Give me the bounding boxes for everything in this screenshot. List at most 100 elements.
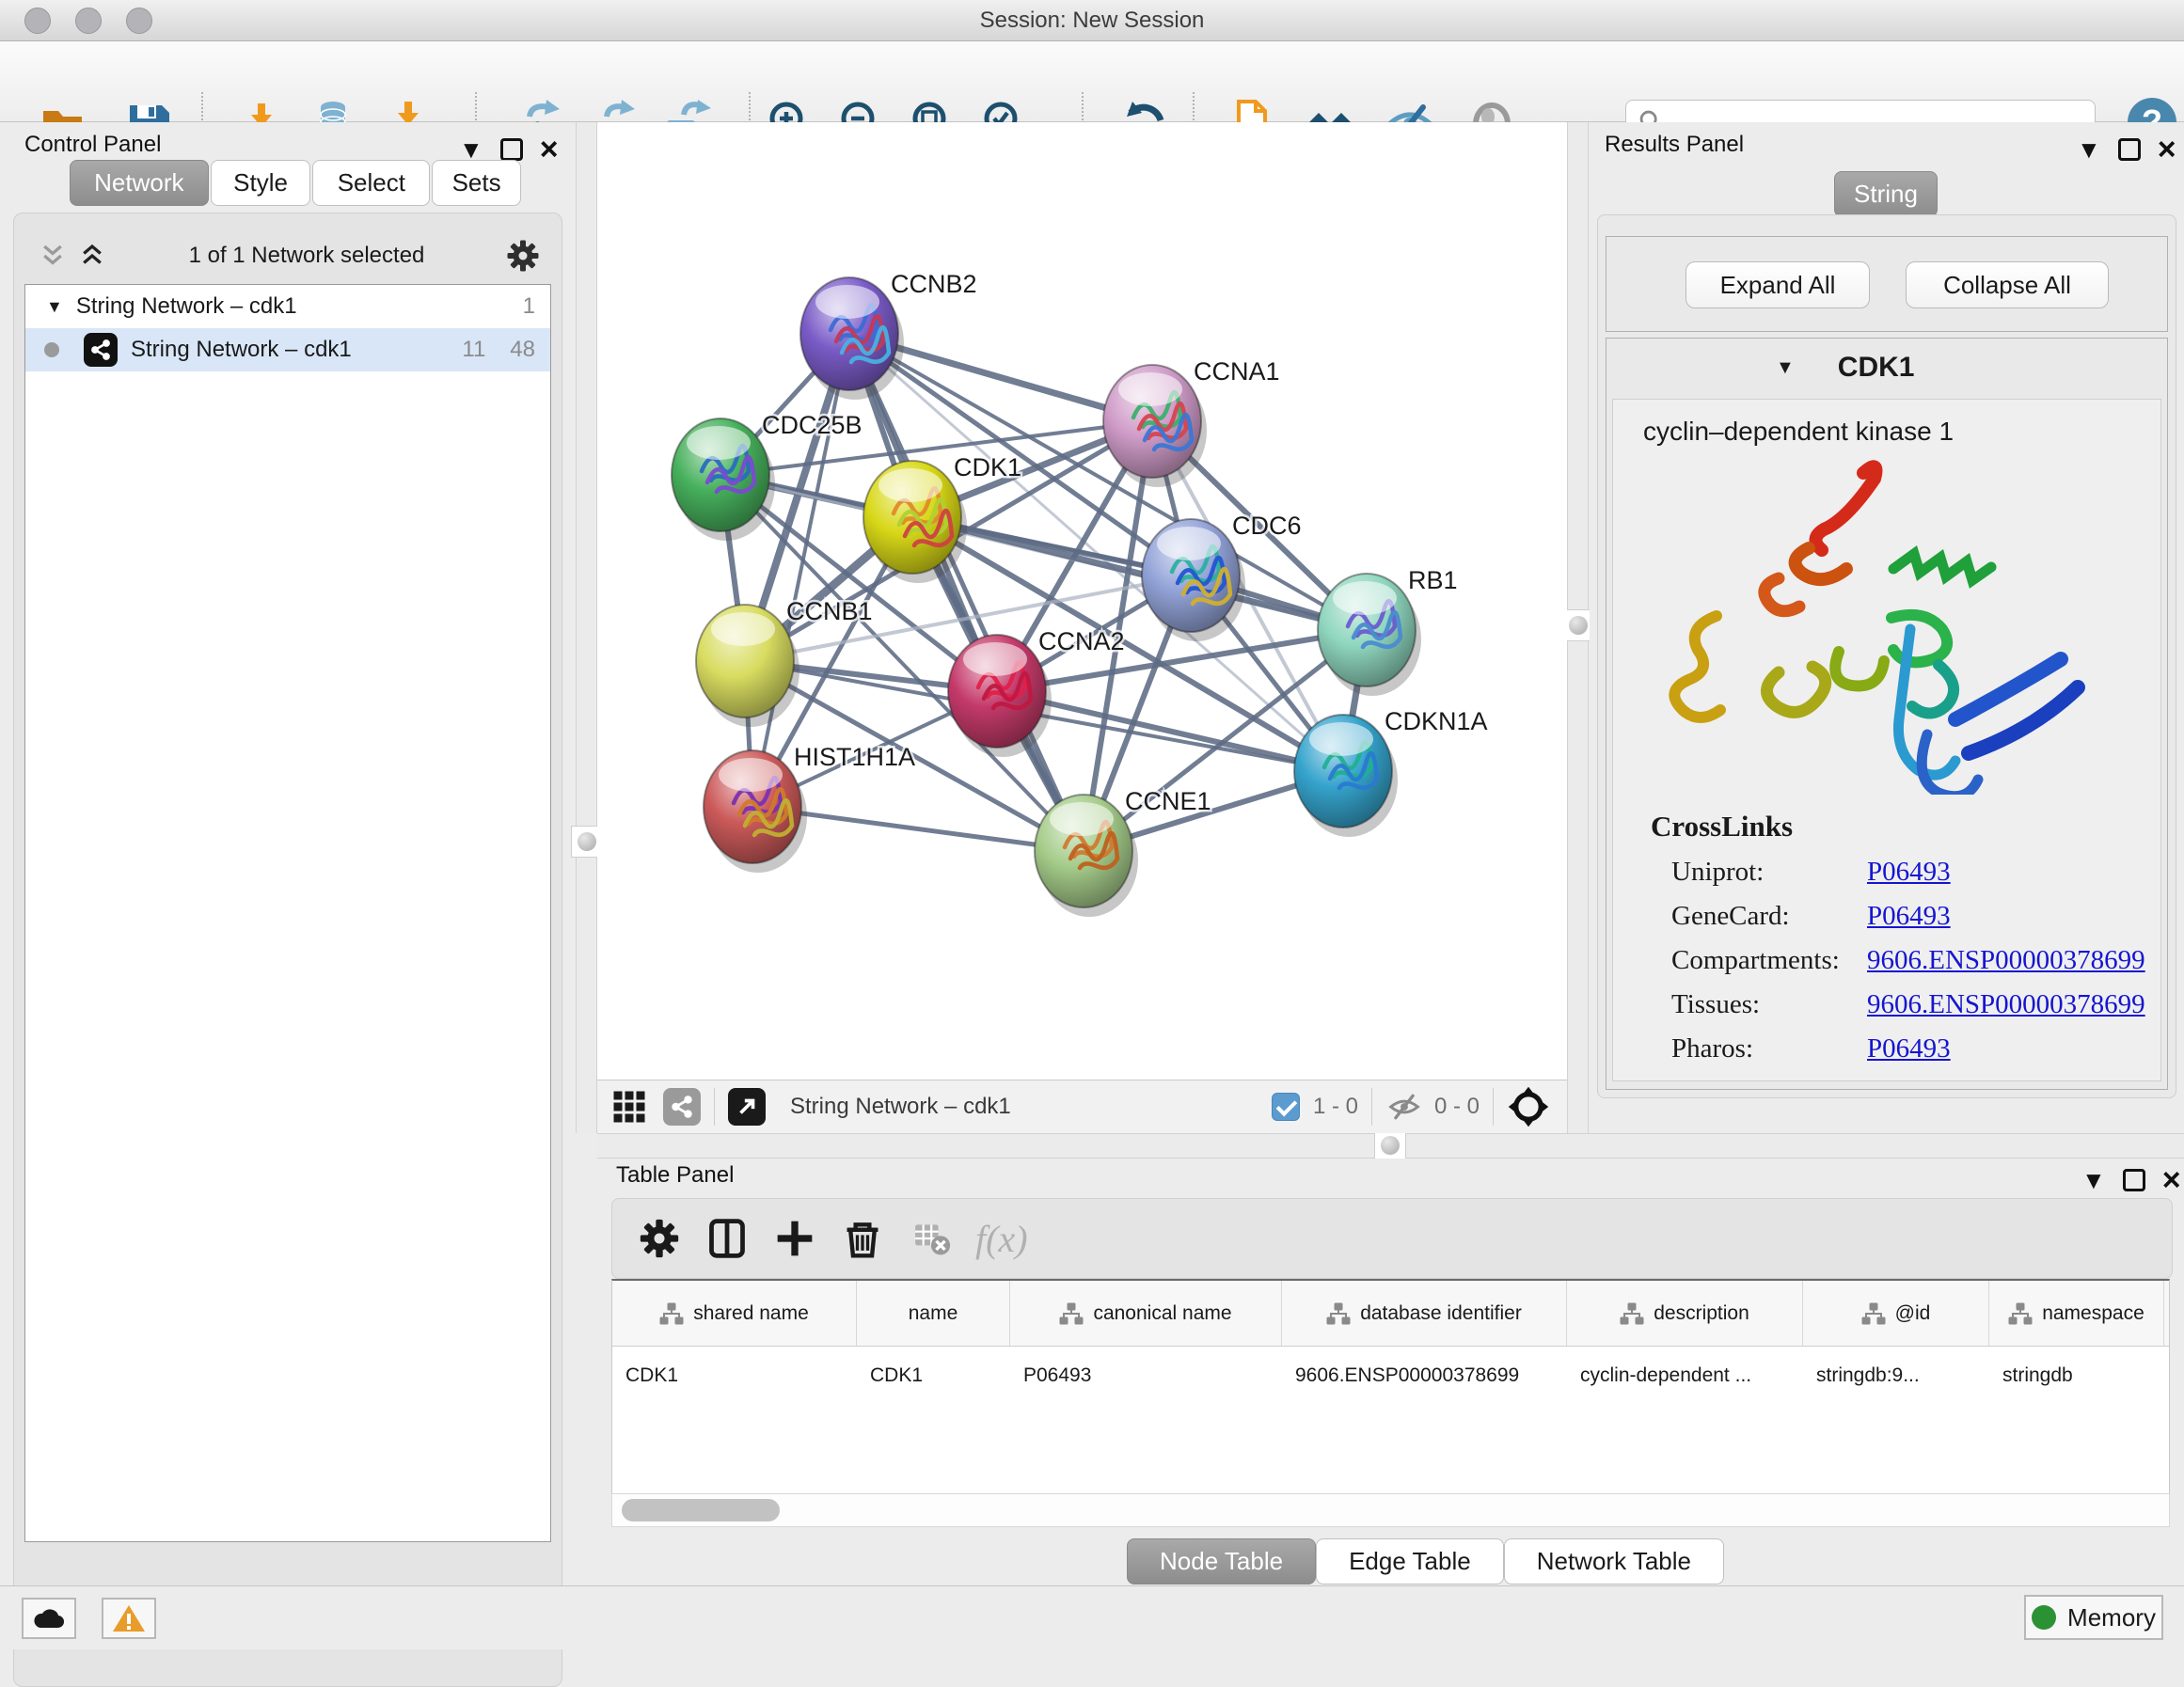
close-panel-icon[interactable]: × [2158,134,2176,166]
float-panel-icon[interactable] [2123,1169,2145,1191]
collapse-panel-icon[interactable]: ▼ [2077,137,2101,162]
table-cell[interactable]: P06493 [1010,1364,1282,1387]
node-table[interactable]: shared name name canonical namedatabase id… [611,1279,2170,1527]
network-node-hist1h1a[interactable]: HIST1H1A [704,743,915,873]
tab-node-table[interactable]: Node Table [1127,1538,1316,1585]
horizontal-splitter[interactable] [597,1133,2184,1159]
expand-all-button[interactable]: Expand All [1685,261,1870,308]
column-header--id[interactable]: @id [1803,1281,1989,1346]
close-panel-icon[interactable]: × [540,134,559,166]
network-edge[interactable] [752,334,849,807]
network-options-gear-icon[interactable] [506,239,540,273]
table-cell[interactable]: cyclin-dependent ... [1567,1364,1803,1387]
network-row[interactable]: String Network – cdk1 11 48 [25,328,550,371]
scrollbar-thumb[interactable] [622,1499,780,1521]
left-splitter[interactable] [576,122,597,1133]
collapse-all-networks-icon[interactable] [77,242,107,270]
birdseye-crosshair-icon[interactable] [1507,1085,1550,1128]
network-node-cdkn1a[interactable]: CDKN1A [1294,707,1488,837]
table-cell[interactable]: CDK1 [612,1364,857,1387]
node-label-ccnb2: CCNB2 [891,270,977,298]
crosslink-link[interactable]: P06493 [1867,857,1951,888]
tab-edge-table[interactable]: Edge Table [1316,1538,1504,1585]
delete-column-icon[interactable] [842,1218,883,1259]
table-row[interactable]: CDK1CDK1P064939606.ENSP00000378699cyclin… [612,1347,2169,1405]
column-label: shared name [693,1302,809,1325]
gene-section-header[interactable]: ▼ CDK1 [1606,339,2167,397]
table-cell[interactable]: stringdb [1989,1364,2164,1387]
expand-all-networks-icon[interactable] [38,242,68,270]
float-panel-icon[interactable] [500,138,523,161]
column-header-shared-name[interactable]: shared name [612,1281,857,1346]
crosslink-link[interactable]: 9606.ENSP00000378699 [1867,945,2145,976]
table-cell[interactable]: CDK1 [857,1364,1010,1387]
table-cell[interactable]: 9606.ENSP00000378699 [1282,1364,1567,1387]
hidden-eye-slash-icon[interactable] [1385,1091,1423,1123]
crosslink-link[interactable]: P06493 [1867,1033,1951,1064]
right-splitter[interactable] [1567,122,1589,1133]
collection-name: String Network – cdk1 [76,293,297,320]
crosslink-link[interactable]: P06493 [1867,901,1951,932]
crosslink-link[interactable]: 9606.ENSP00000378699 [1867,989,2145,1020]
table-panel-title: Table Panel [616,1162,734,1189]
table-cell[interactable]: stringdb:9... [1803,1364,1989,1387]
network-canvas[interactable]: CCNB2CCNA1CDC25BCDK1CDC6RB1CCNB1CCNA2CDK… [597,122,1567,1080]
network-node-cdc6[interactable]: CDC6 [1142,512,1302,641]
node-label-ccne1: CCNE1 [1125,787,1211,815]
column-header-namespace[interactable]: namespace [1989,1281,2164,1346]
column-header-description[interactable]: description [1567,1281,1803,1346]
column-namespace-icon [1861,1301,1886,1326]
show-columns-icon[interactable] [706,1218,748,1259]
tree-expand-icon[interactable]: ▼ [46,297,63,317]
column-namespace-icon [1326,1301,1351,1326]
column-header-database-identifier[interactable]: database identifier [1282,1281,1567,1346]
crosslink-label: Compartments: [1671,945,1867,976]
network-node-ccna2[interactable]: CCNA2 [948,627,1125,757]
network-edge[interactable] [849,334,1084,851]
horizontal-splitter-handle[interactable] [1374,1129,1406,1161]
column-namespace-icon [1620,1301,1644,1326]
tab-select[interactable]: Select [312,160,430,206]
column-label: name [909,1302,958,1325]
results-panel-title: Results Panel [1605,132,1744,158]
tab-string[interactable]: String [1834,171,1938,217]
tab-style[interactable]: Style [211,160,311,206]
close-panel-icon[interactable]: × [2162,1164,2181,1196]
collapse-gene-icon[interactable]: ▼ [1776,357,1795,379]
network-node-ccna1[interactable]: CCNA1 [1103,357,1280,487]
network-node-ccne1[interactable]: CCNE1 [1035,787,1211,917]
column-namespace-icon [2008,1301,2033,1326]
network-type-share-icon[interactable] [663,1088,701,1126]
network-node-cdk1[interactable]: CDK1 [863,453,1021,583]
function-builder-icon[interactable]: f(x) [975,1217,1028,1261]
tab-sets[interactable]: Sets [432,160,521,206]
grid-view-icon[interactable] [612,1090,646,1124]
table-options-gear-icon[interactable] [639,1218,680,1259]
delete-table-icon[interactable] [910,1218,951,1259]
collapse-panel-icon[interactable]: ▼ [459,137,483,162]
column-header-name[interactable]: name [857,1281,1010,1346]
network-collection-row[interactable]: ▼ String Network – cdk1 1 [25,285,550,328]
crosslinks-section: CrossLinks Uniprot:P06493GeneCard:P06493… [1651,810,2145,1064]
memory-button[interactable]: Memory [2024,1595,2163,1640]
selected-nodes-checkbox[interactable] [1272,1093,1300,1121]
tab-network-table[interactable]: Network Table [1504,1538,1724,1585]
node-label-hist1h1a: HIST1H1A [794,743,915,771]
crosslink-label: Tissues: [1671,989,1867,1020]
float-panel-icon[interactable] [2118,138,2141,161]
titlebar: Session: New Session [0,0,2184,41]
crosslink-row: GeneCard:P06493 [1651,901,2145,932]
cloud-button[interactable] [22,1598,76,1639]
detach-view-icon[interactable] [728,1088,766,1126]
network-node-rb1[interactable]: RB1 [1318,566,1458,696]
add-column-icon[interactable] [774,1218,815,1259]
warning-button[interactable] [102,1598,156,1639]
column-header-canonical-name[interactable]: canonical name [1010,1281,1282,1346]
collapse-panel-icon[interactable]: ▼ [2081,1168,2106,1192]
network-view-toolbar: String Network – cdk1 1 - 0 0 - 0 [597,1080,1567,1133]
table-horizontal-scrollbar[interactable] [611,1493,2170,1527]
network-node-ccnb1[interactable]: CCNB1 [696,597,873,727]
collapse-all-button[interactable]: Collapse All [1906,261,2109,308]
tab-network[interactable]: Network [70,160,209,206]
network-node-ccnb2[interactable]: CCNB2 [800,270,977,400]
